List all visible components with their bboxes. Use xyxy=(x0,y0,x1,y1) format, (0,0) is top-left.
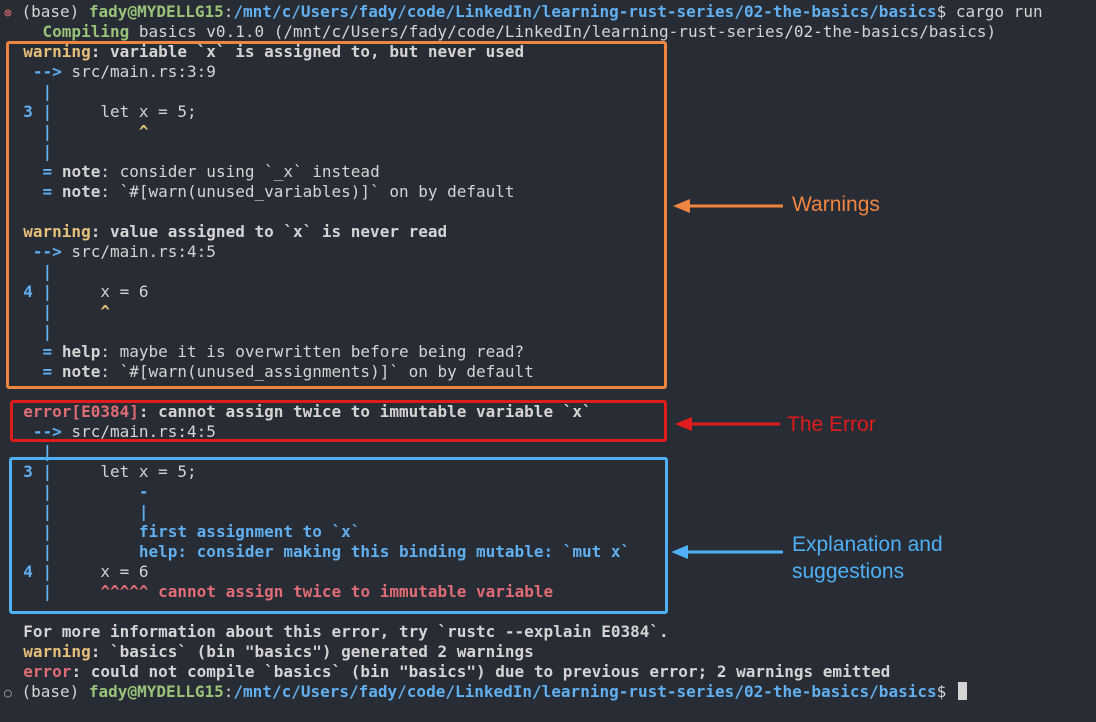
explanation-annotation-line2: suggestions xyxy=(792,560,905,583)
explanation-arrowhead xyxy=(671,545,688,559)
explanation-annotation-line1: Explanation and xyxy=(792,533,943,556)
warnings-arrowhead xyxy=(673,199,690,213)
warnings-annotation: Warnings xyxy=(792,193,880,216)
error-annotation: The Error xyxy=(787,413,876,436)
error-arrowhead xyxy=(675,417,692,431)
annotation-arrows xyxy=(671,199,783,559)
